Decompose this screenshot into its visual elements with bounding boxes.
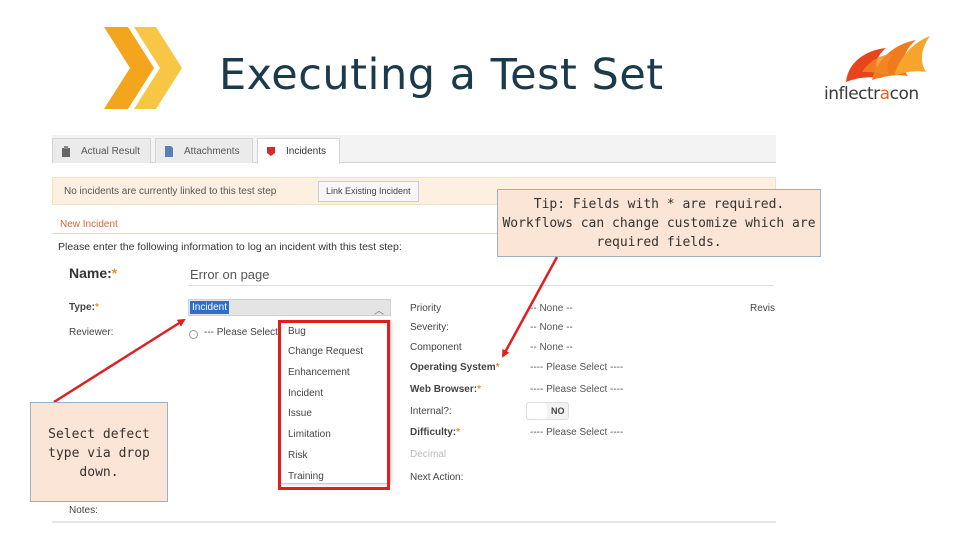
name-input[interactable]: Error on page: [188, 264, 774, 286]
notice-text: No incidents are currently linked to thi…: [64, 186, 277, 197]
next-action-label: Next Action:: [410, 472, 464, 483]
dropdown-highlight-box: [278, 320, 390, 490]
revision-label: Revis: [750, 303, 776, 314]
internal-label: Internal?:: [410, 406, 452, 417]
chevron-up-icon: ︿: [374, 306, 384, 317]
instructions: Please enter the following information t…: [58, 241, 402, 253]
type-label: Type:*: [69, 302, 99, 313]
inflectracon-logo: inflectracon: [824, 32, 934, 107]
operating-system-select[interactable]: ---- Please Select ----: [530, 362, 623, 373]
notes-label: Notes:: [69, 505, 98, 516]
priority-select[interactable]: -- None --: [530, 303, 573, 314]
tab-bar: Actual Result Attachments Incidents: [52, 135, 776, 164]
document-icon: [165, 145, 173, 157]
severity-select[interactable]: -- None --: [530, 322, 573, 333]
difficulty-label: Difficulty:*: [410, 427, 461, 438]
reviewer-label: Reviewer:: [69, 327, 114, 338]
web-browser-select[interactable]: ---- Please Select ----: [530, 384, 623, 395]
name-label: Name:*: [69, 265, 118, 281]
internal-toggle[interactable]: NO: [526, 402, 569, 420]
flame-icon: [846, 36, 930, 82]
component-select[interactable]: -- None --: [530, 342, 573, 353]
type-select[interactable]: Incident ︿: [188, 299, 391, 317]
tab-actual-result[interactable]: Actual Result: [52, 138, 151, 163]
severity-label: Severity:: [410, 322, 449, 333]
tab-incidents[interactable]: Incidents: [257, 138, 340, 164]
tab-label: Incidents: [286, 146, 327, 157]
tab-label: Actual Result: [81, 145, 140, 157]
link-existing-incident-button[interactable]: Link Existing Incident: [318, 181, 419, 202]
toggle-label: NO: [551, 406, 565, 416]
toggle-knob: [527, 403, 547, 419]
section-title: New Incident: [60, 219, 118, 230]
tab-attachments[interactable]: Attachments: [155, 138, 253, 163]
type-selected-value: Incident: [190, 301, 230, 314]
difficulty-select[interactable]: ---- Please Select ----: [530, 427, 623, 438]
clipboard-icon: [62, 145, 70, 157]
web-browser-label: Web Browser:*: [410, 384, 481, 395]
component-label: Component: [410, 342, 462, 353]
slide-title: Executing a Test Set: [219, 50, 664, 100]
tip-callout: Tip: Fields with * are required. Workflo…: [497, 189, 821, 257]
logo-wordmark: inflectracon: [824, 84, 919, 104]
decimal-input[interactable]: Decimal: [410, 449, 446, 460]
select-defect-callout: Select defect type via drop down.: [30, 402, 168, 502]
divider: [52, 521, 776, 523]
reviewer-radio[interactable]: [189, 330, 198, 339]
bug-icon: [267, 147, 275, 156]
tab-label: Attachments: [184, 145, 240, 157]
reviewer-select[interactable]: --- Please Select: [204, 327, 278, 338]
priority-label: Priority: [410, 303, 442, 314]
chevron-logo-icon: [104, 27, 182, 109]
operating-system-label: Operating System*: [410, 362, 500, 373]
